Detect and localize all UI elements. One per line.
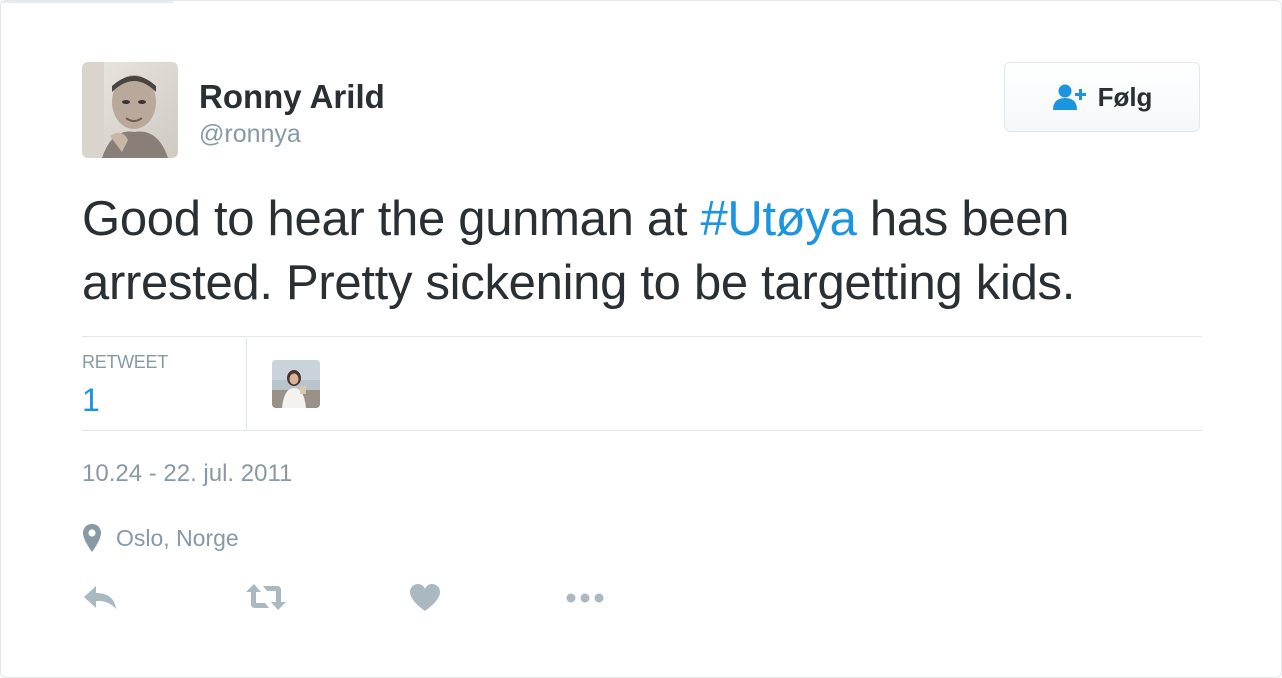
stats-separator: [246, 338, 247, 430]
follow-button[interactable]: Følg: [1004, 62, 1200, 132]
stats-top-divider: [82, 336, 1202, 337]
like-button[interactable]: [408, 579, 442, 615]
retweet-button[interactable]: [245, 579, 287, 615]
reply-button[interactable]: [82, 579, 120, 615]
author-avatar-image: [82, 62, 178, 158]
follow-button-label: Følg: [1097, 81, 1153, 112]
retweet-stat-count[interactable]: 1: [82, 382, 100, 419]
retweeter-avatar[interactable]: [272, 360, 320, 408]
reply-icon: [84, 586, 116, 609]
tweet-timestamp[interactable]: 10.24 - 22. jul. 2011: [82, 460, 292, 488]
tweet-text-before: Good to hear the gunman at: [82, 192, 701, 246]
top-edge-line: [1, 1, 173, 3]
author-name[interactable]: Ronny Arild: [199, 77, 385, 117]
tweet-text: Good to hear the gunman at #Utøya has be…: [82, 187, 1202, 315]
author-avatar[interactable]: [82, 62, 178, 158]
heart-icon: [410, 584, 440, 611]
tweet-card: Ronny Arild @ronnya Følg Good to hear th…: [0, 0, 1282, 678]
retweet-stat-label: RETWEET: [82, 352, 168, 372]
hashtag-link[interactable]: #Utøya: [700, 192, 856, 246]
retweeter-avatar-image: [272, 360, 320, 408]
location-pin-icon: [83, 524, 101, 552]
follow-user-icon: [1052, 84, 1086, 110]
stats-bottom-divider: [82, 430, 1202, 431]
more-dots-icon: [566, 593, 604, 603]
retweet-icon: [246, 584, 286, 610]
author-handle[interactable]: @ronnya: [199, 118, 301, 150]
tweet-location[interactable]: Oslo, Norge: [82, 523, 239, 553]
location-text: Oslo, Norge: [116, 524, 239, 551]
more-button[interactable]: [564, 579, 606, 615]
